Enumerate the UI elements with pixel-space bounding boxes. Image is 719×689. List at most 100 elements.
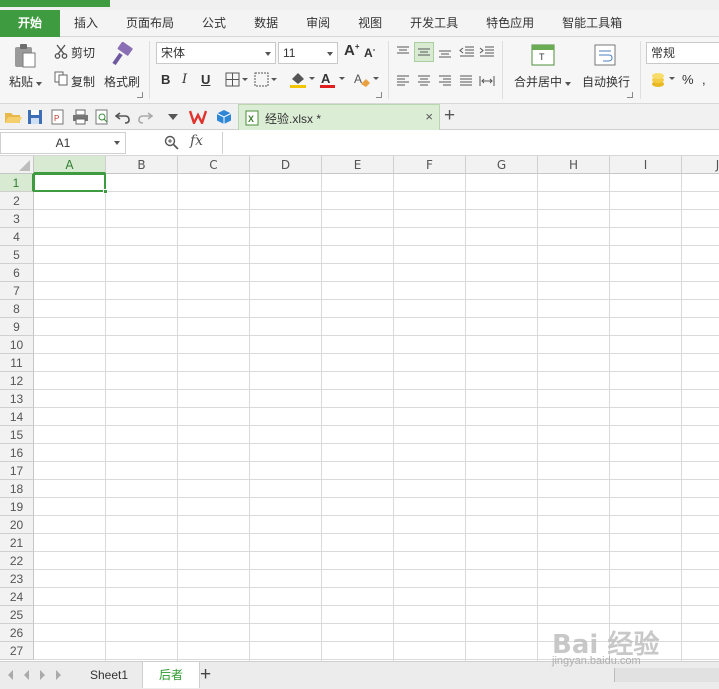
row-header[interactable]: 14 — [0, 408, 34, 426]
clear-format-button[interactable]: A — [352, 70, 380, 90]
row-header[interactable]: 5 — [0, 246, 34, 264]
shrink-font-button[interactable]: A- — [364, 45, 375, 60]
select-all-corner[interactable] — [0, 156, 34, 174]
distributed-align-icon[interactable] — [478, 72, 496, 90]
row-header[interactable]: 6 — [0, 264, 34, 282]
tab-view[interactable]: 视图 — [344, 10, 396, 37]
merge-center-button[interactable]: 合并居中 — [514, 73, 572, 90]
fill-handle[interactable] — [103, 189, 108, 194]
row-header[interactable]: 26 — [0, 624, 34, 642]
row-header[interactable]: 18 — [0, 480, 34, 498]
justify-icon[interactable] — [457, 72, 475, 90]
column-header[interactable]: D — [250, 156, 322, 174]
tab-smart-tools[interactable]: 智能工具箱 — [548, 10, 636, 37]
row-header[interactable]: 21 — [0, 534, 34, 552]
column-header[interactable]: B — [106, 156, 178, 174]
borders-button[interactable] — [224, 71, 250, 89]
underline-button[interactable]: U — [201, 72, 210, 87]
row-header[interactable]: 4 — [0, 228, 34, 246]
export-pdf-icon[interactable]: P — [48, 107, 68, 127]
fill-pattern-button[interactable] — [253, 71, 279, 89]
row-header[interactable]: 23 — [0, 570, 34, 588]
clipboard-launcher-icon[interactable] — [137, 92, 143, 98]
paste-label[interactable]: 粘贴 — [9, 73, 43, 90]
increase-indent-icon[interactable] — [478, 43, 496, 61]
currency-button[interactable] — [650, 70, 678, 90]
comma-style-button[interactable]: , — [702, 72, 706, 87]
sheet-tab-sheet1[interactable]: Sheet1 — [74, 662, 144, 688]
italic-button[interactable]: I — [182, 72, 187, 87]
new-tab-button[interactable]: + — [444, 105, 455, 127]
row-header[interactable]: 15 — [0, 426, 34, 444]
merge-center-icon[interactable]: T — [530, 43, 556, 67]
last-sheet-icon[interactable] — [56, 670, 61, 680]
format-painter-button[interactable]: 格式刷 — [104, 73, 140, 90]
first-sheet-icon[interactable] — [8, 670, 13, 680]
row-header[interactable]: 24 — [0, 588, 34, 606]
alignment-launcher-icon[interactable] — [627, 92, 633, 98]
number-format-combo[interactable]: 常规 — [646, 42, 719, 64]
bold-button[interactable]: B — [161, 72, 170, 87]
row-header[interactable]: 19 — [0, 498, 34, 516]
row-header[interactable]: 8 — [0, 300, 34, 318]
wrap-text-icon[interactable] — [593, 43, 617, 67]
tab-developer[interactable]: 开发工具 — [396, 10, 472, 37]
print-icon[interactable] — [70, 107, 90, 127]
scissors-icon[interactable] — [53, 43, 69, 59]
cut-button[interactable]: 剪切 — [71, 44, 95, 61]
add-sheet-button[interactable]: + — [200, 663, 211, 687]
horizontal-scrollbar[interactable] — [614, 668, 719, 682]
font-launcher-icon[interactable] — [376, 92, 382, 98]
active-cell-a1[interactable] — [33, 173, 108, 194]
redo-icon[interactable] — [135, 107, 155, 127]
row-header[interactable]: 27 — [0, 642, 34, 660]
row-header[interactable]: 16 — [0, 444, 34, 462]
customize-toolbar-icon[interactable] — [163, 107, 183, 127]
row-header[interactable]: 20 — [0, 516, 34, 534]
grow-font-button[interactable]: A+ — [344, 42, 360, 59]
column-header[interactable]: I — [610, 156, 682, 174]
align-center-icon[interactable] — [415, 72, 433, 90]
row-header[interactable]: 3 — [0, 210, 34, 228]
copy-button[interactable]: 复制 — [71, 73, 95, 90]
save-icon[interactable] — [25, 107, 45, 127]
tab-review[interactable]: 审阅 — [292, 10, 344, 37]
font-size-combo[interactable]: 11 — [278, 42, 338, 64]
column-header[interactable]: J — [682, 156, 719, 174]
row-header[interactable]: 12 — [0, 372, 34, 390]
row-header[interactable]: 9 — [0, 318, 34, 336]
column-header[interactable]: E — [322, 156, 394, 174]
row-header[interactable]: 2 — [0, 192, 34, 210]
tab-formulas[interactable]: 公式 — [188, 10, 240, 37]
tab-data[interactable]: 数据 — [240, 10, 292, 37]
cell-area[interactable] — [34, 174, 719, 661]
paste-button[interactable] — [12, 43, 38, 69]
tab-special[interactable]: 特色应用 — [472, 10, 548, 37]
next-sheet-icon[interactable] — [40, 670, 45, 680]
percent-button[interactable]: % — [682, 72, 694, 87]
column-header[interactable]: C — [178, 156, 250, 174]
fill-color-button[interactable] — [288, 70, 316, 90]
column-header[interactable]: G — [466, 156, 538, 174]
copy-icon[interactable] — [53, 70, 69, 86]
tab-page-layout[interactable]: 页面布局 — [112, 10, 188, 37]
sheet-tab-active[interactable]: 后者 — [142, 662, 201, 688]
previous-sheet-icon[interactable] — [24, 670, 29, 680]
align-left-icon[interactable] — [394, 72, 412, 90]
formula-input[interactable] — [222, 132, 719, 154]
column-header[interactable]: A — [34, 156, 106, 174]
decrease-indent-icon[interactable] — [458, 43, 476, 61]
row-header[interactable]: 17 — [0, 462, 34, 480]
close-icon[interactable]: × — [425, 109, 433, 124]
tab-home[interactable]: 开始 — [0, 9, 61, 37]
wrap-text-button[interactable]: 自动换行 — [582, 73, 630, 90]
row-header[interactable]: 7 — [0, 282, 34, 300]
align-middle-icon[interactable] — [414, 42, 434, 62]
row-header[interactable]: 1 — [0, 174, 34, 192]
format-painter-icon[interactable] — [108, 41, 136, 69]
tab-insert[interactable]: 插入 — [60, 10, 112, 37]
row-header[interactable]: 25 — [0, 606, 34, 624]
row-header[interactable]: 10 — [0, 336, 34, 354]
document-tab[interactable]: X 经验.xlsx * × — [238, 104, 440, 130]
column-header[interactable]: F — [394, 156, 466, 174]
